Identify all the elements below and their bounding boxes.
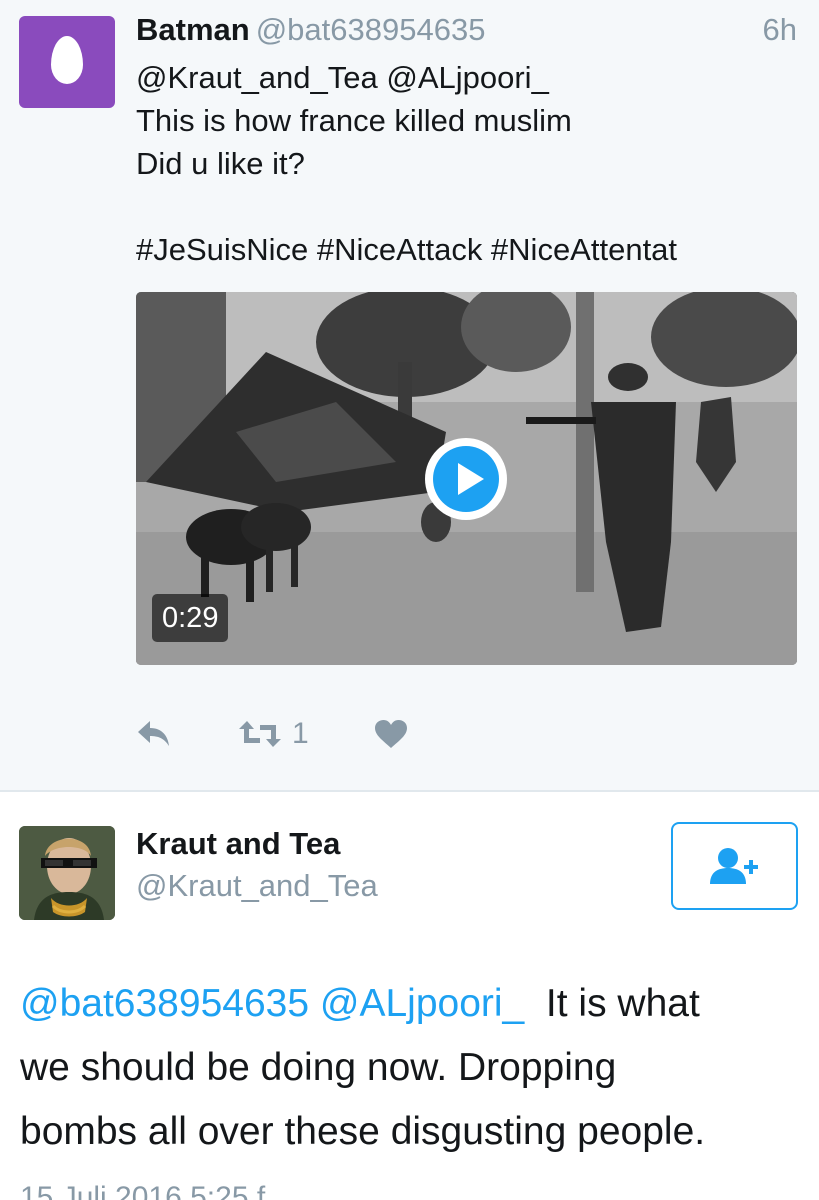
tweet-text-fragment: It is what xyxy=(545,982,700,1025)
video-duration: 0:29 xyxy=(152,594,229,642)
mention-link[interactable]: @bat638954635 xyxy=(20,982,309,1025)
tweet-text: @Kraut_and_Tea @ALjpoori_ This is how fr… xyxy=(136,56,796,271)
tweet-line: @bat638954635 @ALjpoori_ It is what xyxy=(20,972,810,1036)
retweet-button[interactable]: 1 xyxy=(238,712,309,756)
profile-photo xyxy=(19,826,115,920)
tweet-timestamp: 15 Juli 2016 5:25 f xyxy=(20,1181,266,1200)
follow-user-icon xyxy=(709,848,758,884)
heart-icon xyxy=(375,720,407,748)
retweet-count: 1 xyxy=(292,717,309,750)
tweet-actions: 1 xyxy=(136,712,536,756)
play-button[interactable] xyxy=(425,438,507,520)
reply-button[interactable] xyxy=(136,712,172,756)
display-name[interactable]: Kraut and Tea xyxy=(136,824,340,864)
video-player[interactable]: 0:29 xyxy=(136,292,797,665)
egg-icon xyxy=(51,36,83,84)
tweet-hashtags[interactable]: #JeSuisNice #NiceAttack #NiceAttentat xyxy=(136,228,796,271)
avatar[interactable] xyxy=(19,826,115,920)
tweet-line: Did u like it? xyxy=(136,146,305,181)
tweet-text: @bat638954635 @ALjpoori_ It is what we s… xyxy=(20,972,810,1164)
user-handle[interactable]: @bat638954635 xyxy=(256,12,486,47)
user-handle[interactable]: @Kraut_and_Tea xyxy=(136,866,378,906)
tweet-batman[interactable]: Batman @bat638954635 6h @Kraut_and_Tea @A… xyxy=(0,0,819,790)
tweet-mentions[interactable]: @Kraut_and_Tea @ALjpoori_ xyxy=(136,56,796,99)
follow-button[interactable] xyxy=(671,822,798,910)
display-name[interactable]: Batman xyxy=(136,12,250,47)
like-button[interactable] xyxy=(374,712,408,756)
tweet-line: we should be doing now. Dropping xyxy=(20,1046,617,1089)
retweet-icon xyxy=(239,721,281,747)
reply-icon xyxy=(138,721,169,746)
tweet-header: Batman @bat638954635 xyxy=(136,10,485,50)
play-icon xyxy=(433,446,499,512)
tweet-line: This is how france killed muslim xyxy=(136,103,572,138)
tweet-line: bombs all over these disgusting people. xyxy=(20,1110,706,1153)
tweet-time: 6h xyxy=(762,12,797,47)
mention-link[interactable]: @ALjpoori_ xyxy=(320,982,524,1025)
divider xyxy=(0,790,819,792)
avatar[interactable] xyxy=(19,16,115,108)
